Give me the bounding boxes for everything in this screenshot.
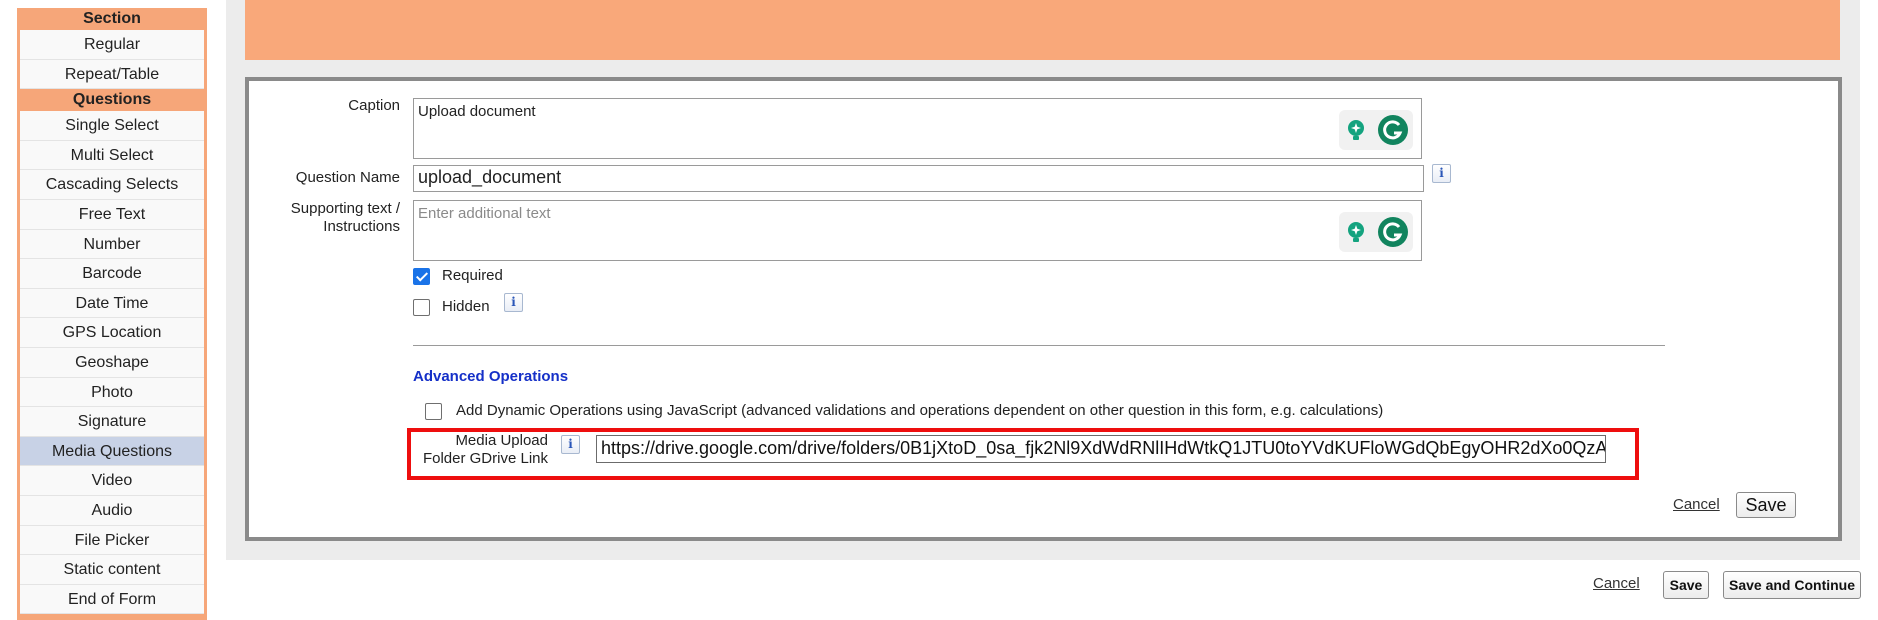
questions-header: Questions	[20, 89, 204, 112]
media-label-line2: Folder GDrive Link	[422, 450, 548, 467]
component-sidebar: Section Regular Repeat/Table Questions S…	[17, 8, 207, 620]
grammarly-widget[interactable]	[1339, 110, 1413, 150]
section-divider	[413, 345, 1665, 346]
hidden-info-icon[interactable]: i	[504, 293, 523, 312]
lightbulb-icon[interactable]	[1343, 219, 1369, 245]
sidebar-item-signature[interactable]: Signature	[20, 407, 204, 437]
caption-label: Caption	[348, 97, 400, 114]
hidden-checkbox[interactable]	[413, 299, 430, 316]
required-checkbox[interactable]	[413, 268, 430, 285]
sidebar-item-photo[interactable]: Photo	[20, 377, 204, 408]
supporting-label-line1: Supporting text /	[290, 200, 400, 217]
grammarly-icon[interactable]	[1377, 216, 1409, 248]
card-save-button[interactable]: Save	[1736, 492, 1796, 518]
supporting-text-placeholder: Enter additional text	[418, 205, 551, 222]
dynamic-operations-checkbox[interactable]	[425, 403, 442, 420]
caption-value: Upload document	[418, 103, 536, 120]
sidebar-item-media-questions[interactable]: Media Questions	[20, 436, 204, 467]
footer-save-button[interactable]: Save	[1663, 571, 1709, 599]
caption-textarea[interactable]: Upload document	[413, 98, 1422, 159]
sidebar-item-repeat-table[interactable]: Repeat/Table	[20, 59, 204, 90]
sidebar-item-video[interactable]: Video	[20, 466, 204, 496]
grammarly-icon[interactable]	[1377, 114, 1409, 146]
question-name-info-icon[interactable]: i	[1432, 164, 1451, 183]
media-upload-info-icon[interactable]: i	[561, 435, 580, 454]
advanced-operations-title: Advanced Operations	[413, 368, 569, 385]
sidebar-item-regular[interactable]: Regular	[20, 30, 204, 60]
question-name-label: Question Name	[295, 169, 400, 186]
lightbulb-icon[interactable]	[1343, 117, 1369, 143]
sidebar-item-audio[interactable]: Audio	[20, 495, 204, 526]
question-name-input[interactable]: upload_document	[413, 165, 1424, 192]
sidebar-item-geoshape[interactable]: Geoshape	[20, 347, 204, 378]
sidebar-bottom-bar	[20, 614, 204, 620]
sidebar-item-single-select[interactable]: Single Select	[20, 111, 204, 141]
sidebar-item-static-content[interactable]: Static content	[20, 555, 204, 585]
grammarly-widget[interactable]	[1339, 212, 1413, 252]
question-header-bar	[245, 0, 1840, 60]
sidebar-item-date-time[interactable]: Date Time	[20, 288, 204, 319]
media-label-line1: Media Upload	[455, 432, 548, 449]
footer-save-continue-button[interactable]: Save and Continue	[1723, 571, 1861, 599]
hidden-label: Hidden	[442, 298, 490, 315]
card-cancel-link[interactable]: Cancel	[1673, 496, 1720, 513]
sidebar-item-file-picker[interactable]: File Picker	[20, 525, 204, 556]
sidebar-item-cascading-selects[interactable]: Cascading Selects	[20, 170, 204, 200]
media-upload-label: Media Upload Folder GDrive Link	[410, 432, 548, 468]
supporting-text-textarea[interactable]: Enter additional text	[413, 200, 1422, 261]
gdrive-link-input[interactable]: https://drive.google.com/drive/folders/0…	[596, 435, 1606, 463]
sidebar-item-multi-select[interactable]: Multi Select	[20, 140, 204, 171]
supporting-text-label: Supporting text / Instructions	[270, 200, 400, 236]
supporting-label-line2: Instructions	[323, 218, 400, 235]
sidebar-item-end-of-form[interactable]: End of Form	[20, 584, 204, 615]
section-header: Section	[20, 8, 204, 30]
sidebar-item-gps-location[interactable]: GPS Location	[20, 318, 204, 348]
sidebar-item-number[interactable]: Number	[20, 229, 204, 260]
footer-cancel-link[interactable]: Cancel	[1593, 575, 1640, 592]
dynamic-operations-label: Add Dynamic Operations using JavaScript …	[456, 402, 1384, 419]
sidebar-item-barcode[interactable]: Barcode	[20, 259, 204, 289]
required-label: Required	[442, 267, 503, 284]
sidebar-item-free-text[interactable]: Free Text	[20, 199, 204, 230]
